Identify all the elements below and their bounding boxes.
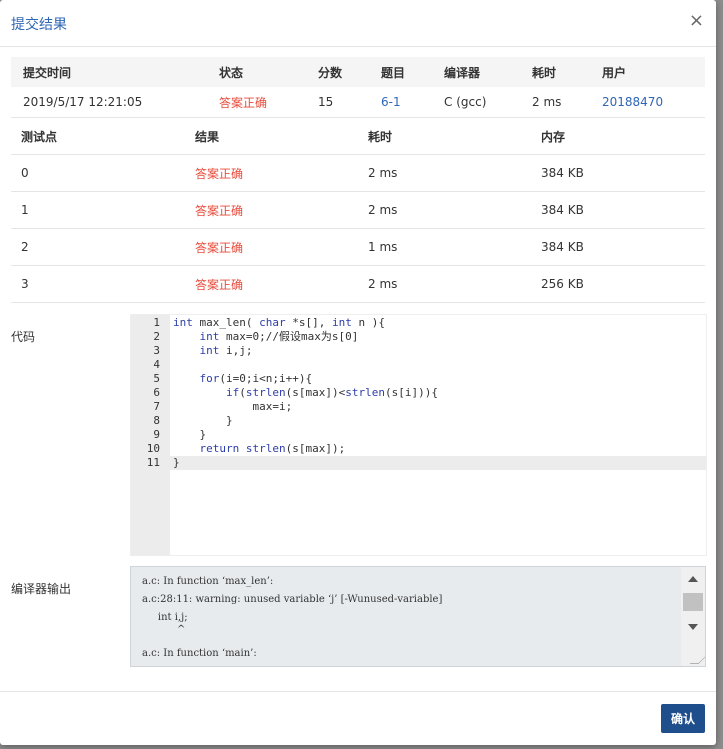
code-line-text: if(strlen(s[max])<strlen(s[i])){ bbox=[225, 386, 438, 399]
col-header-score: 分数 bbox=[318, 57, 381, 87]
code-line-text: int max=0;//假设max为s[0] bbox=[199, 330, 359, 343]
submission-compiler: C (gcc) bbox=[444, 87, 532, 118]
resize-handle-icon[interactable] bbox=[689, 655, 705, 664]
test-memory: 256 KB bbox=[531, 265, 705, 303]
code-line-text: max=i; bbox=[173, 400, 293, 413]
test-memory: 384 KB bbox=[531, 154, 705, 192]
col-header-memory: 内存 bbox=[531, 119, 705, 155]
code-line-text: } bbox=[173, 428, 207, 441]
test-time: 2 ms bbox=[358, 265, 531, 303]
code-line: 4 bbox=[131, 358, 706, 372]
submission-time: 2019/5/17 12:21:05 bbox=[11, 87, 219, 118]
line-number: 8 bbox=[153, 414, 160, 427]
output-line: a.c:28:11: warning: unused variable ‘j’ … bbox=[142, 594, 443, 605]
line-number: 10 bbox=[146, 442, 160, 455]
problem-link[interactable]: 6-1 bbox=[381, 87, 444, 118]
test-id: 1 bbox=[11, 191, 185, 229]
output-line: int i,j; bbox=[142, 612, 188, 623]
code-line: 5 for(i=0;i<n;i++){ bbox=[131, 372, 706, 386]
submission-elapsed: 2 ms bbox=[532, 87, 602, 118]
confirm-button[interactable]: 确认 bbox=[661, 704, 705, 733]
code-line: 8 } bbox=[131, 414, 706, 428]
code-line: 10 return strlen(s[max]); bbox=[131, 442, 706, 456]
test-time: 2 ms bbox=[358, 191, 531, 229]
col-header-result: 结果 bbox=[185, 119, 358, 155]
submission-row: 2019/5/17 12:21:05 答案正确 15 6-1 C (gcc) 2… bbox=[11, 87, 705, 118]
code-line: 7 max=i; bbox=[131, 400, 706, 414]
code-label: 代码 bbox=[11, 330, 36, 344]
code-line: 2 int max=0;//假设max为s[0] bbox=[131, 330, 706, 344]
test-memory: 384 KB bbox=[531, 228, 705, 266]
code-line: 9 } bbox=[131, 428, 706, 442]
output-line: a.c: In function ‘main’: bbox=[142, 648, 257, 659]
test-row: 2 答案正确 1 ms 384 KB bbox=[11, 228, 705, 266]
submission-header-row: 提交时间 状态 分数 题目 编译器 耗时 用户 bbox=[11, 57, 705, 87]
test-result: 答案正确 bbox=[185, 154, 358, 192]
code-line: 1 int max_len( char *s[], int n ){ bbox=[131, 316, 706, 330]
submission-score: 15 bbox=[318, 87, 381, 118]
user-link[interactable]: 20188470 bbox=[602, 87, 705, 118]
test-id: 0 bbox=[11, 154, 185, 192]
dialog-header: 提交结果 × bbox=[0, 0, 716, 47]
scroll-thumb[interactable] bbox=[683, 593, 703, 611]
line-number: 4 bbox=[153, 358, 160, 371]
submission-result-dialog: 提交结果 × 提交时间 状态 分数 题目 编译器 耗时 用户 2019/5/17… bbox=[0, 0, 716, 745]
line-number: 3 bbox=[153, 344, 160, 357]
submission-summary-table: 提交时间 状态 分数 题目 编译器 耗时 用户 2019/5/17 12:21:… bbox=[11, 57, 705, 118]
compiler-output-label: 编译器输出 bbox=[11, 582, 72, 596]
code-line: 6 if(strlen(s[max])<strlen(s[i])){ bbox=[131, 386, 706, 400]
code-line-text: int max_len( char *s[], int n ){ bbox=[173, 316, 385, 329]
code-line: 3 int i,j; bbox=[131, 344, 706, 358]
code-line-text: } bbox=[173, 414, 233, 427]
output-line: ^ bbox=[142, 624, 186, 635]
line-number: 2 bbox=[153, 330, 160, 343]
col-header-user: 用户 bbox=[602, 57, 705, 87]
line-number: 6 bbox=[153, 386, 160, 399]
test-row: 0 答案正确 2 ms 384 KB bbox=[11, 154, 705, 192]
test-time: 2 ms bbox=[358, 154, 531, 192]
col-header-elapsed: 耗时 bbox=[532, 57, 602, 87]
col-header-time: 耗时 bbox=[358, 119, 531, 155]
test-memory: 384 KB bbox=[531, 191, 705, 229]
test-result: 答案正确 bbox=[185, 191, 358, 229]
test-id: 3 bbox=[11, 265, 185, 303]
output-line: a.c: In function ‘max_len’: bbox=[142, 576, 274, 587]
col-header-problem: 题目 bbox=[381, 57, 444, 87]
close-icon[interactable]: × bbox=[689, 12, 704, 30]
compiler-output-box[interactable]: a.c: In function ‘max_len’: a.c:28:11: w… bbox=[130, 566, 706, 667]
scroll-up-icon[interactable] bbox=[688, 576, 698, 582]
code-editor[interactable]: 1 int max_len( char *s[], int n ){ 2 int … bbox=[130, 314, 707, 556]
line-number: 9 bbox=[153, 428, 160, 441]
col-header-compiler: 编译器 bbox=[444, 57, 532, 87]
submission-status: 答案正确 bbox=[219, 87, 318, 118]
test-time: 1 ms bbox=[358, 228, 531, 266]
test-result: 答案正确 bbox=[185, 265, 358, 303]
test-id: 2 bbox=[11, 228, 185, 266]
line-number: 1 bbox=[153, 316, 160, 329]
line-number: 7 bbox=[153, 400, 160, 413]
test-cases-table: 测试点 结果 耗时 内存 0 答案正确 2 ms 384 KB 1 答案正确 2… bbox=[11, 119, 705, 303]
test-row: 1 答案正确 2 ms 384 KB bbox=[11, 191, 705, 229]
test-row: 3 答案正确 2 ms 256 KB bbox=[11, 265, 705, 303]
code-line-active: 11} bbox=[131, 456, 706, 470]
output-scrollbar[interactable] bbox=[681, 567, 705, 666]
line-number: 11 bbox=[146, 456, 160, 469]
code-line-text: for(i=0;i<n;i++){ bbox=[199, 372, 313, 385]
tests-header-row: 测试点 结果 耗时 内存 bbox=[11, 119, 705, 155]
dialog-footer-divider bbox=[0, 691, 716, 692]
col-header-testcase: 测试点 bbox=[11, 119, 185, 155]
scroll-down-icon[interactable] bbox=[688, 624, 698, 630]
col-header-status: 状态 bbox=[219, 57, 318, 87]
test-result: 答案正确 bbox=[185, 228, 358, 266]
code-line-text: int i,j; bbox=[199, 344, 253, 357]
code-line-text: return strlen(s[max]); bbox=[199, 442, 346, 455]
dialog-title: 提交结果 bbox=[11, 17, 67, 33]
code-line-text: } bbox=[173, 456, 180, 469]
col-header-time: 提交时间 bbox=[11, 57, 219, 87]
line-number: 5 bbox=[153, 372, 160, 385]
